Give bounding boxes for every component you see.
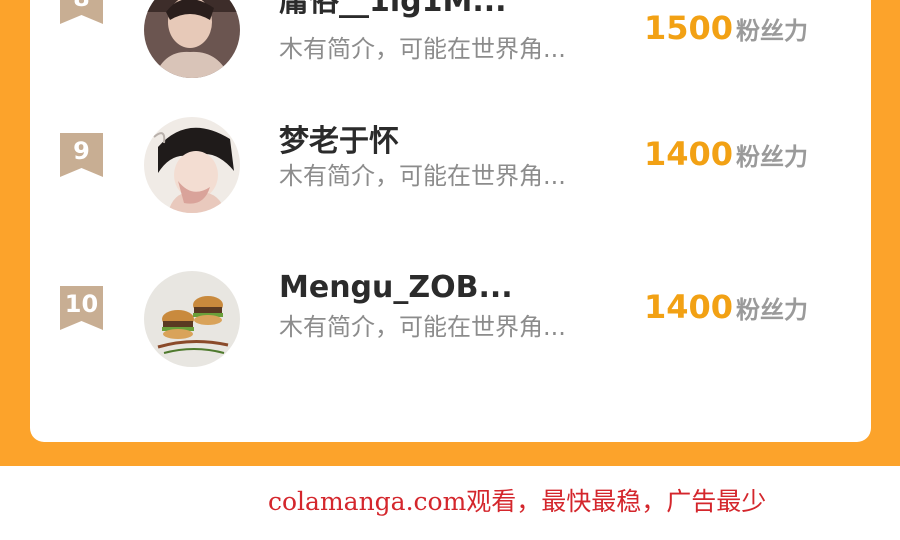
fan-power-label: 粉丝力: [736, 296, 808, 324]
burger-sliders-photo-avatar: [144, 271, 240, 367]
avatar[interactable]: [144, 0, 240, 78]
rank-badge: 10: [60, 286, 103, 330]
footer-watermark-text: colamanga.com观看，最快最稳，广告最少: [268, 487, 767, 516]
avatar[interactable]: [144, 271, 240, 367]
rank-number: 8: [60, 0, 103, 13]
ranking-row[interactable]: 9 梦老于怀 木有简介，可能在世界角... 1400 粉丝力: [30, 117, 871, 230]
user-bio: 木有简介，可能在世界角...: [279, 35, 566, 63]
ranking-row[interactable]: 10 Mengu_ZOB... 木有简介，可能在世界角... 1400 粉丝力: [30, 270, 871, 383]
user-bio: 木有简介，可能在世界角...: [279, 162, 566, 190]
rank-number: 10: [64, 290, 99, 318]
ranking-list-card: 8 庸俗__1lg1M... 木有简介，可能在世界角... 1500 粉丝力 9: [30, 0, 871, 442]
rank-number: 9: [73, 137, 90, 165]
avatar[interactable]: [144, 117, 240, 213]
fan-power-score: 1500: [644, 9, 734, 47]
rank-badge: 8: [60, 0, 103, 24]
young-man-portrait-avatar: [144, 0, 240, 78]
username[interactable]: 梦老于怀: [279, 124, 399, 160]
username[interactable]: 庸俗__1lg1M...: [279, 0, 507, 20]
ranking-row[interactable]: 8 庸俗__1lg1M... 木有简介，可能在世界角... 1500 粉丝力: [30, 0, 871, 78]
username[interactable]: Mengu_ZOB...: [279, 270, 513, 306]
fan-power-label: 粉丝力: [736, 143, 808, 171]
illustrated-dark-haired-man-avatar: [144, 117, 240, 213]
fan-power-score: 1400: [644, 288, 734, 326]
user-bio: 木有简介，可能在世界角...: [279, 313, 566, 341]
fan-power-score: 1400: [644, 135, 734, 173]
rank-badge: 9: [60, 133, 103, 177]
fan-power-label: 粉丝力: [736, 17, 808, 45]
